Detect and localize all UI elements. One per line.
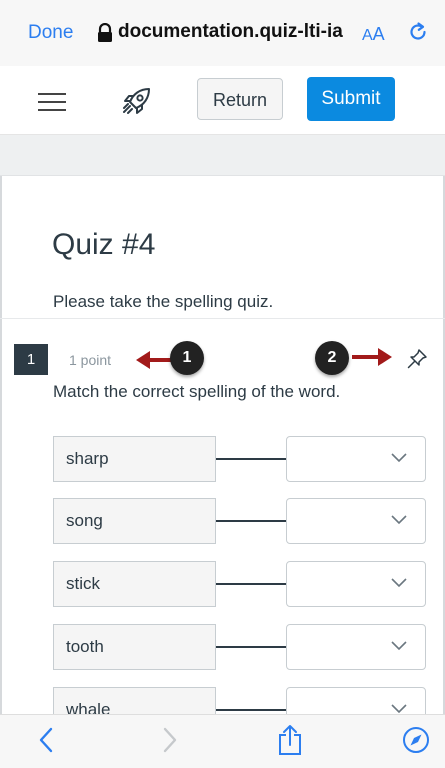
pin-icon[interactable]: [406, 348, 428, 370]
divider: [0, 318, 445, 319]
question-number-badge: 1: [14, 344, 48, 375]
match-select[interactable]: [286, 624, 426, 670]
text-size-button[interactable]: AA: [362, 24, 385, 45]
match-row: sharp: [0, 436, 445, 484]
browser-toolbar: [0, 714, 445, 768]
text-size-small-label: A: [362, 27, 373, 44]
match-connector: [216, 520, 286, 522]
done-button[interactable]: Done: [28, 22, 73, 44]
match-connector: [216, 709, 286, 711]
callout-arrow-right-icon: [378, 348, 392, 366]
match-connector: [216, 458, 286, 460]
match-connector: [216, 583, 286, 585]
match-term: tooth: [53, 624, 216, 670]
callout-1: 1: [170, 341, 204, 375]
match-connector: [216, 646, 286, 648]
callout-2: 2: [315, 341, 349, 375]
chevron-down-icon: [391, 515, 407, 525]
chevron-down-icon: [391, 578, 407, 588]
lock-icon: [98, 23, 112, 42]
match-row: tooth: [0, 624, 445, 672]
return-button[interactable]: Return: [197, 78, 283, 120]
rocket-icon: [123, 88, 150, 114]
match-row: stick: [0, 561, 445, 609]
reload-icon[interactable]: [406, 20, 430, 44]
match-row: song: [0, 498, 445, 546]
chevron-down-icon: [391, 641, 407, 651]
quiz-description: Please take the spelling quiz.: [53, 292, 274, 311]
match-term: sharp: [53, 436, 216, 482]
compass-icon[interactable]: [402, 726, 430, 754]
callout-arrow-line: [146, 358, 172, 362]
header-band: [0, 135, 445, 176]
hamburger-icon[interactable]: [38, 93, 66, 111]
app-header: Return Submit: [0, 66, 445, 135]
url-field[interactable]: documentation.quiz-lti-ia: [118, 21, 350, 45]
submit-button[interactable]: Submit: [307, 77, 395, 121]
match-term: stick: [53, 561, 216, 607]
quiz-title: Quiz #4: [52, 228, 156, 261]
match-select[interactable]: [286, 561, 426, 607]
callout-arrow-line: [352, 355, 380, 359]
forward-icon[interactable]: [162, 727, 178, 753]
question-points: 1 point: [69, 352, 112, 368]
back-icon[interactable]: [38, 727, 54, 753]
chevron-down-icon: [391, 453, 407, 463]
match-term: song: [53, 498, 216, 544]
text-size-big-label: A: [372, 24, 385, 44]
browser-url-bar: Done documentation.quiz-lti-ia AA: [0, 0, 445, 67]
match-select[interactable]: [286, 436, 426, 482]
chevron-down-icon: [391, 704, 407, 714]
question-text: Match the correct spelling of the word.: [53, 382, 341, 401]
share-icon[interactable]: [277, 724, 303, 756]
match-select[interactable]: [286, 498, 426, 544]
